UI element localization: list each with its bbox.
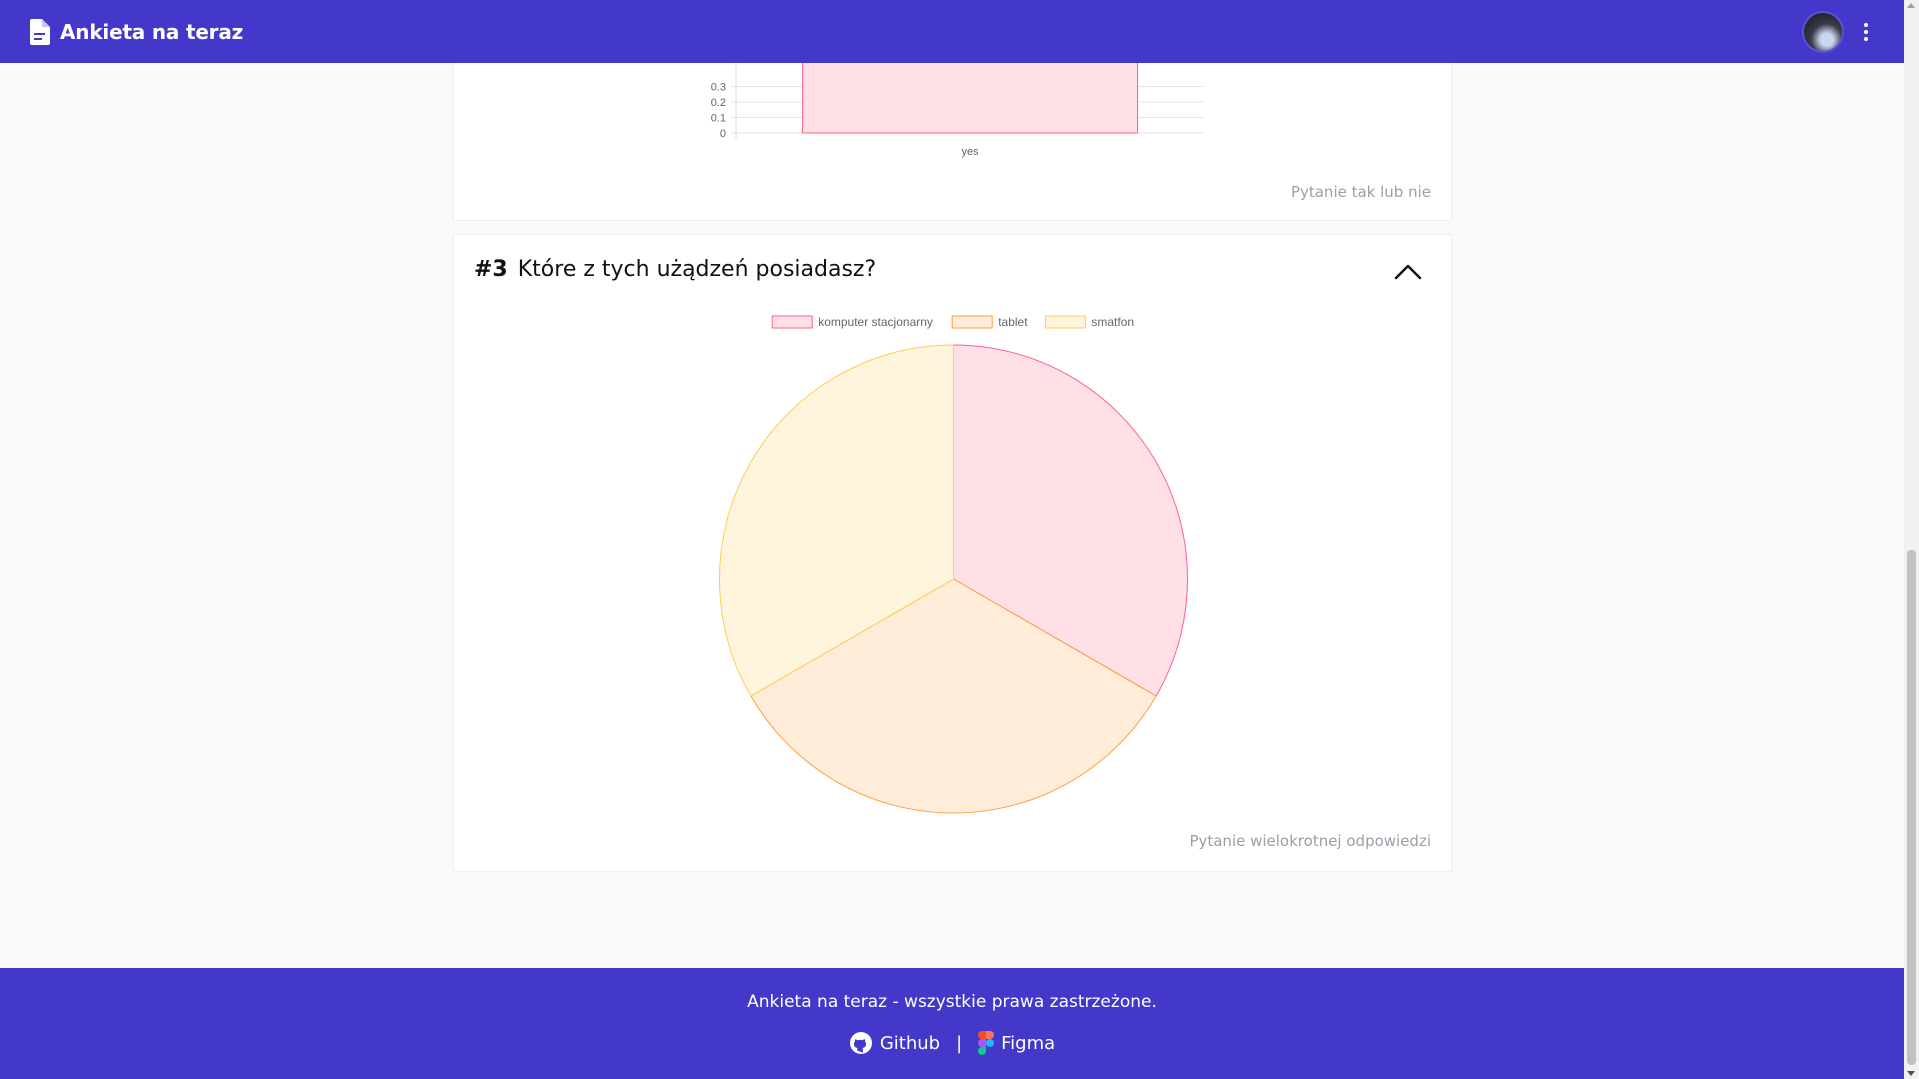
bar-y-tick-label: 0.2	[711, 97, 726, 109]
kebab-menu-icon[interactable]	[1858, 19, 1874, 45]
question-card-previous: 0 0.1 0.2 0.3 yes Pytanie tak lub nie	[453, 40, 1452, 221]
bar-x-tick-label: yes	[961, 146, 979, 158]
app-title: Ankieta na teraz	[60, 19, 244, 44]
figma-link[interactable]: Figma	[978, 1031, 1055, 1055]
page-footer: Ankieta na teraz - wszystkie prawa zastr…	[0, 968, 1904, 1079]
scroll-down-arrow-icon[interactable]	[1907, 1071, 1915, 1076]
question-number: #3	[474, 257, 508, 282]
brand[interactable]: Ankieta na teraz	[30, 18, 244, 45]
document-icon	[30, 18, 50, 45]
github-label: Github	[879, 1032, 941, 1054]
legend-label[interactable]: tablet	[998, 315, 1028, 329]
figma-icon	[978, 1031, 995, 1055]
nav-actions	[1802, 10, 1874, 53]
legend-swatch[interactable]	[951, 315, 993, 329]
bar-y-tick-label: 0	[720, 128, 726, 140]
page-scrollbar[interactable]	[1904, 0, 1919, 1079]
bar-y-tick-label: 0.3	[711, 82, 726, 94]
bar-y-tick-label: 0.1	[711, 113, 726, 125]
question-type-note: Pytanie wielokrotnej odpowiedzi	[1189, 832, 1431, 850]
user-avatar[interactable]	[1802, 10, 1844, 53]
footer-separator: |	[956, 1032, 963, 1054]
top-navbar: Ankieta na teraz	[0, 0, 1904, 63]
github-link[interactable]: Github	[849, 1031, 940, 1055]
figma-label: Figma	[1001, 1032, 1056, 1054]
footer-links: Github | Figma	[0, 1031, 1904, 1055]
chevron-up-icon[interactable]	[1393, 261, 1423, 281]
question-card-3: #3 Które z tych użądzeń posiadasz? kompu…	[453, 234, 1452, 872]
pie-chart: komputer stacjonarny tablet smatfon	[719, 315, 1188, 814]
scroll-up-arrow-icon[interactable]	[1907, 3, 1915, 8]
scroll-thumb[interactable]	[1907, 550, 1916, 1065]
legend-label[interactable]: komputer stacjonarny	[818, 315, 933, 329]
legend-label[interactable]: smatfon	[1091, 315, 1134, 329]
question-title: Które z tych użądzeń posiadasz?	[517, 257, 877, 282]
legend-swatch[interactable]	[771, 315, 813, 329]
question-header: #3 Które z tych użądzeń posiadasz?	[474, 257, 876, 282]
footer-copyright: Ankieta na teraz - wszystkie prawa zastr…	[747, 992, 1157, 1012]
question-type-note: Pytanie tak lub nie	[1290, 183, 1431, 201]
github-icon	[849, 1032, 872, 1054]
legend-swatch[interactable]	[1044, 315, 1086, 329]
